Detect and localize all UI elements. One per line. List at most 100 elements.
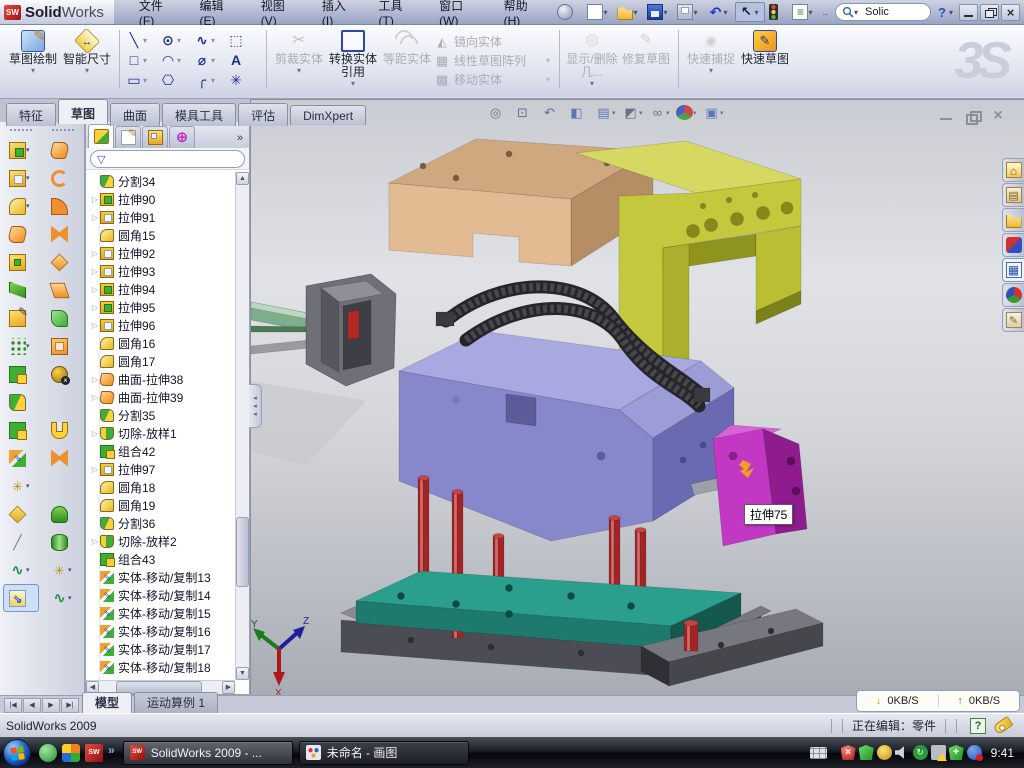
tree-item[interactable]: 圆角18 [90,478,235,496]
ribbon-tab[interactable]: DimXpert [290,105,366,125]
expand-icon[interactable] [90,249,100,258]
tray-antivirus-icon[interactable] [859,745,874,760]
display-delete-relations-button[interactable]: 显示/删除几... [565,28,619,90]
tree-item[interactable]: 圆角17 [90,352,235,370]
view-palette-tab[interactable] [1002,258,1024,282]
untrim-surface-tool[interactable] [45,416,81,444]
taskbar-window-solidworks[interactable]: SolidWorks 2009 - ... [123,741,293,765]
save-button[interactable] [645,3,673,21]
tree-item[interactable]: 实体-移动/复制18 [90,658,235,676]
toolbar-overflow[interactable]: .. [822,7,828,18]
restore-button[interactable] [980,4,999,21]
appearances-tab[interactable] [1002,283,1024,307]
open-document-button[interactable] [615,3,643,21]
wrap-tool[interactable] [3,304,39,332]
extruded-cut-tool[interactable] [3,164,39,192]
last-tab-button[interactable]: ▶| [61,698,79,713]
tree-item[interactable]: 分割36 [90,514,235,532]
ribbon-tab[interactable]: 评估 [238,103,288,126]
help-caret-icon[interactable] [949,8,957,17]
sketch-fillet-tool[interactable]: ╭ [193,72,227,89]
box-select-tool[interactable]: ⬚ [227,32,261,49]
tag-icon[interactable] [992,716,1013,735]
rapid-sketch-button[interactable]: 快速草图 [738,28,792,90]
convert-entities-button[interactable]: 转换实体引用 [326,28,380,90]
quick-launch-app[interactable] [62,744,80,762]
ribbon-tab[interactable]: 曲面 [110,103,160,126]
dropdown-caret-icon[interactable] [754,8,762,17]
first-tab-button[interactable]: |◀ [4,698,22,713]
combine-tool[interactable] [3,360,39,388]
tree-item[interactable]: 切除-放样2 [90,532,235,550]
tray-sync-icon[interactable] [913,745,928,760]
surface-point-tool[interactable] [45,556,81,584]
point-tool[interactable]: ✳ [227,72,261,89]
revolved-surface-tool[interactable] [45,164,81,192]
dropdown-caret-icon[interactable] [808,8,816,17]
tree-item[interactable]: 拉伸91 [90,208,235,226]
expand-icon[interactable] [90,465,100,474]
boundary-surface-tool[interactable] [45,220,81,248]
expand-icon[interactable] [90,321,100,330]
dropdown-caret-icon[interactable] [693,8,701,17]
move-entities-button[interactable]: 移动实体 [434,70,554,89]
knit-surface-tool[interactable] [45,332,81,360]
close-button[interactable] [1001,4,1020,21]
offset-entities-button[interactable]: 等距实体 [380,28,434,90]
panel-splitter-handle[interactable]: ◂◂◂ [249,384,262,428]
expand-icon[interactable] [90,375,100,384]
tray-network-warning-icon[interactable] [931,745,946,760]
circle-tool[interactable]: ⊙ [159,32,193,49]
tree-item[interactable]: 实体-移动/复制14 [90,586,235,604]
tree-item[interactable]: 分割35 [90,406,235,424]
tree-item[interactable]: 实体-移动/复制13 [90,568,235,586]
apply-scene-button[interactable] [676,105,700,120]
display-style-button[interactable] [622,105,646,120]
replace-face-tool[interactable] [45,388,81,416]
extend-surface-tool[interactable] [45,444,81,472]
split-tool[interactable] [3,388,39,416]
fillet-tool[interactable] [3,192,39,220]
linear-sketch-pattern-button[interactable]: 线性草图阵列 [434,51,554,70]
spline-tool[interactable]: ∿ [193,32,227,49]
tree-item[interactable]: 曲面-拉伸38 [90,370,235,388]
expand-icon[interactable] [90,285,100,294]
fillet-surface-tool[interactable] [45,500,81,528]
next-tab-button[interactable]: ▶ [42,698,60,713]
taskbar-clock[interactable]: 9:41 [991,746,1014,760]
expand-icon[interactable] [90,213,100,222]
delete-face-tool[interactable] [45,360,81,388]
line-tool[interactable]: ╲ [125,32,159,49]
offset-surface-tool[interactable] [45,304,81,332]
previous-view-button[interactable] [541,105,565,120]
tree-item[interactable]: 圆角19 [90,496,235,514]
language-bar-keyboard-icon[interactable] [810,747,827,759]
search-box[interactable]: Solic [835,3,931,21]
tree-item[interactable]: 拉伸94 [90,280,235,298]
ribbon-tab[interactable]: 特征 [6,103,56,126]
tray-volume-icon[interactable] [895,745,910,760]
ribbon-tab[interactable]: 草图 [58,99,108,124]
expand-icon[interactable] [90,195,100,204]
lofted-surface-tool[interactable] [45,192,81,220]
dropdown-caret-icon[interactable] [663,8,671,17]
ellipse-tool[interactable]: ⌀ [193,52,227,69]
reference-point-tool[interactable] [3,472,39,500]
reference-axis-tool[interactable] [3,528,39,556]
pushpin-icon[interactable] [555,3,583,21]
design-library-tab[interactable] [1002,183,1024,207]
select-tool-button[interactable] [735,2,765,22]
document-tab[interactable]: 运动算例 1 [134,692,218,713]
ribbon-tab[interactable]: 模具工具 [162,103,236,126]
surface-helix-tool[interactable] [45,584,81,612]
rectangle-tool[interactable]: □ [125,52,159,68]
helix-tool[interactable] [3,556,39,584]
tree-item[interactable]: 拉伸90 [90,190,235,208]
dropdown-caret-icon[interactable] [723,8,731,17]
smart-dimension-button[interactable]: 智能尺寸 [60,28,114,90]
panel-chevron[interactable]: » [233,132,247,148]
resources-home-tab[interactable] [1002,158,1024,182]
status-help-icon[interactable]: ? [970,718,986,734]
mirror-entities-button[interactable]: 镜向实体 [434,32,554,51]
tree-item[interactable]: 拉伸97 [90,460,235,478]
